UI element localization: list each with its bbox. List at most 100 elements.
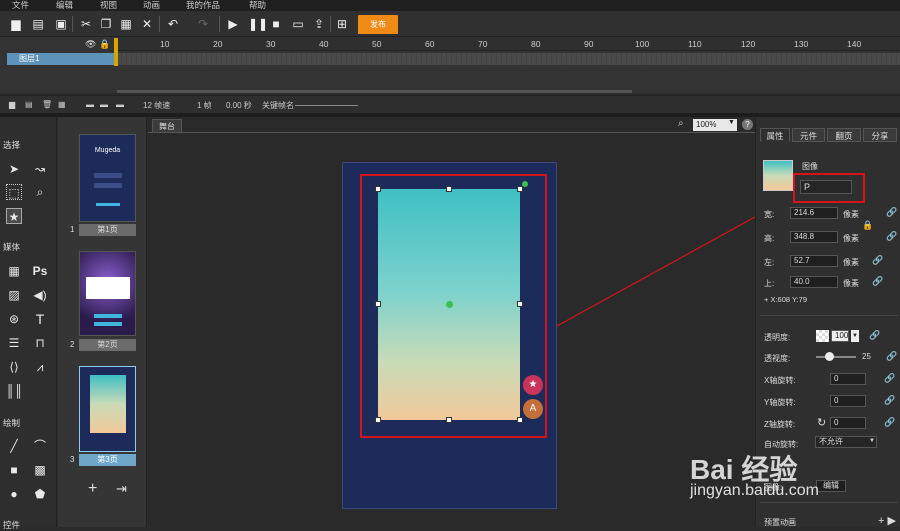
top-input[interactable]: 40.0: [790, 276, 838, 288]
chevron-down-icon[interactable]: ▼: [851, 330, 859, 342]
page-label-selected[interactable]: 第3页: [79, 454, 136, 466]
height-input[interactable]: 348.8: [790, 231, 838, 243]
curve-icon[interactable]: ⌒: [32, 438, 48, 454]
link-icon[interactable]: 🔗: [884, 417, 895, 428]
import-page-icon[interactable]: ⇥: [116, 481, 127, 497]
lock-icon[interactable]: 🔒: [99, 39, 110, 50]
add-animation-button[interactable]: + ▶: [878, 514, 896, 527]
paragraph-icon[interactable]: ☰: [6, 335, 22, 351]
add-page-icon[interactable]: +: [88, 480, 97, 498]
page-thumbnail[interactable]: [79, 251, 136, 336]
menu-view[interactable]: 视图: [100, 0, 117, 11]
rotate-icon[interactable]: ↻: [817, 416, 826, 429]
stage-tab[interactable]: 舞台: [152, 119, 182, 132]
help-icon[interactable]: ?: [742, 119, 753, 130]
undo-icon[interactable]: ↶: [166, 17, 180, 31]
audio-icon[interactable]: ◀): [32, 287, 48, 303]
line-icon[interactable]: ╱: [6, 438, 22, 454]
rounded-rect-icon[interactable]: ▩: [32, 462, 48, 478]
add-folder-icon[interactable]: ▤: [25, 100, 33, 109]
blur-slider-track[interactable]: [816, 356, 856, 358]
link-icon[interactable]: 🔗: [886, 351, 897, 362]
insert-frame-icon[interactable]: ▬: [86, 100, 94, 109]
cut-icon[interactable]: ✂: [79, 17, 93, 31]
link-icon[interactable]: 🔗: [886, 207, 897, 218]
menu-file[interactable]: 文件: [12, 0, 29, 11]
timeline-ruler[interactable]: 10 20 30 40 50 60 70 80 90 100 110 120 1…: [117, 37, 900, 51]
code-icon[interactable]: ⟨⟩: [6, 359, 22, 375]
text-icon[interactable]: T: [32, 311, 48, 327]
delete-layer-icon[interactable]: 🗑: [42, 100, 52, 109]
y-rotation-input[interactable]: 0: [830, 395, 866, 407]
lasso-icon[interactable]: ↝: [32, 161, 48, 177]
insert-keyframe-icon[interactable]: ▬: [100, 100, 108, 109]
link-icon[interactable]: 🔗: [869, 330, 880, 341]
grid-icon[interactable]: ▦: [6, 263, 22, 279]
sign-icon[interactable]: ⊓: [32, 335, 48, 351]
section-widgets[interactable]: 控件: [3, 519, 20, 531]
copy-icon[interactable]: ❐: [99, 17, 113, 31]
zoom-tool-icon[interactable]: ⌕: [32, 184, 48, 200]
link-icon[interactable]: 🔗: [886, 231, 897, 242]
pointer-icon[interactable]: ➤: [6, 161, 22, 177]
menu-help[interactable]: 帮助: [249, 0, 266, 11]
share-icon[interactable]: ⇪: [312, 17, 326, 31]
image-thumbnail[interactable]: [763, 160, 793, 191]
star-tool-icon[interactable]: ★: [6, 208, 22, 224]
delete-icon[interactable]: ✕: [140, 17, 154, 31]
page-thumbnail[interactable]: Mugeda: [79, 134, 136, 222]
export-icon[interactable]: ⊞: [335, 17, 349, 31]
x-rotation-input[interactable]: 0: [830, 373, 866, 385]
new-file-icon[interactable]: ▆: [9, 17, 23, 31]
open-folder-icon[interactable]: ▤: [31, 17, 45, 31]
page-thumbnail[interactable]: [79, 366, 136, 452]
add-layer-icon[interactable]: ▆: [9, 100, 15, 109]
eye-icon[interactable]: 👁: [85, 39, 96, 50]
keyframe-name-input[interactable]: [295, 105, 358, 106]
section-select[interactable]: 选择: [3, 139, 20, 151]
menu-my-works[interactable]: 我的作品: [186, 0, 220, 11]
page-label[interactable]: 第1页: [79, 224, 136, 236]
rectangle-icon[interactable]: ■: [6, 462, 22, 478]
paste-icon[interactable]: ▦: [119, 17, 133, 31]
section-media[interactable]: 媒体: [3, 241, 20, 253]
width-input[interactable]: 214.6: [790, 207, 838, 219]
timeline-scrollbar[interactable]: [117, 90, 632, 93]
stop-icon[interactable]: ■: [269, 17, 283, 31]
edit-image-button[interactable]: 编辑: [816, 480, 846, 492]
page-label[interactable]: 第2页: [79, 339, 136, 351]
link-icon[interactable]: 🔗: [872, 276, 883, 287]
aspect-lock-icon[interactable]: 🔒: [862, 220, 873, 231]
z-rotation-input[interactable]: 0: [830, 417, 866, 429]
barcode-icon[interactable]: ║║: [6, 383, 23, 399]
link-icon[interactable]: 🔗: [872, 255, 883, 266]
photoshop-icon[interactable]: Ps: [32, 263, 48, 279]
left-input[interactable]: 52.7: [790, 255, 838, 267]
section-draw[interactable]: 绘制: [3, 417, 20, 429]
remove-frame-icon[interactable]: ▬: [116, 100, 124, 109]
playhead[interactable]: [114, 38, 118, 66]
save-icon[interactable]: ▣: [54, 17, 68, 31]
menu-edit[interactable]: 编辑: [56, 0, 73, 11]
layer-option-icon[interactable]: ▦: [58, 100, 66, 109]
tab-page-turn[interactable]: 翻页: [827, 128, 861, 142]
tab-properties[interactable]: 属性: [760, 128, 790, 142]
preview-icon[interactable]: ▭: [291, 17, 305, 31]
blur-slider-thumb[interactable]: [825, 352, 834, 361]
image-icon[interactable]: ▨: [6, 287, 22, 303]
transform-icon[interactable]: ⬚: [6, 184, 22, 200]
search-icon[interactable]: ⌕: [678, 118, 684, 129]
timeline-track[interactable]: [117, 53, 900, 65]
pentagon-icon[interactable]: ⬟: [32, 486, 48, 502]
tab-symbols[interactable]: 元件: [792, 128, 825, 142]
tab-share[interactable]: 分享: [863, 128, 897, 142]
play-icon[interactable]: ▶: [226, 17, 240, 31]
link-icon[interactable]: 🔗: [884, 395, 895, 406]
pause-icon[interactable]: ❚❚: [248, 17, 268, 31]
redo-icon[interactable]: ↷: [196, 17, 210, 31]
menu-animation[interactable]: 动画: [143, 0, 160, 11]
video-icon[interactable]: ⊛: [6, 311, 22, 327]
link-icon[interactable]: 🔗: [884, 373, 895, 384]
chart-icon[interactable]: ⩘: [32, 359, 48, 375]
publish-button[interactable]: 发布: [358, 15, 398, 34]
